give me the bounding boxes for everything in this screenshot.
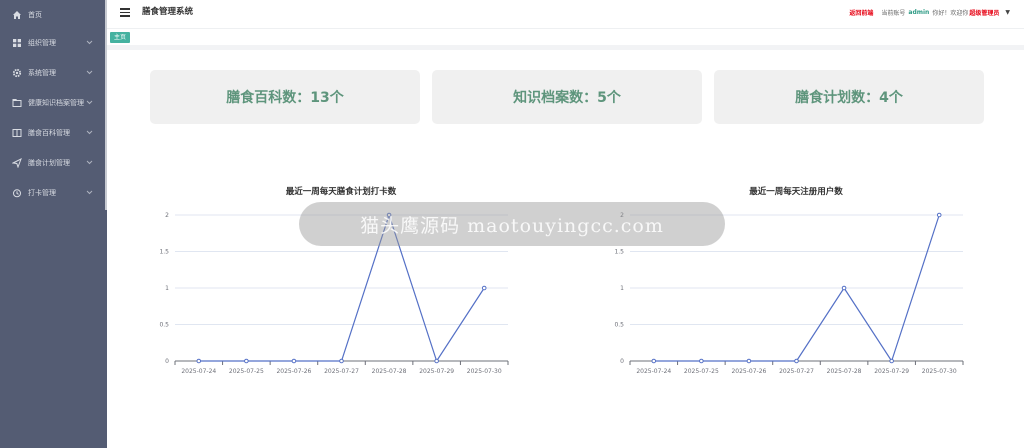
data-point (481, 285, 487, 291)
user-role-link[interactable]: 超级管理员 (969, 8, 999, 17)
stat-label: 知识档案数：5个 (513, 90, 621, 106)
x-tick-label: 2025-07-29 (874, 368, 909, 375)
sidebar-item-label: 首页 (28, 11, 42, 19)
grid-icon (12, 38, 22, 48)
y-tick-label: 0 (620, 358, 624, 365)
chevron-down-icon (86, 99, 93, 107)
stat-card-plan: 膳食计划数：4个 (714, 70, 984, 124)
chevron-down-icon (86, 129, 93, 137)
gear-icon (12, 68, 22, 78)
x-tick-label: 2025-07-28 (372, 368, 407, 375)
tabs-bar: 主页 (107, 28, 1024, 45)
y-tick-label: 2 (165, 212, 169, 219)
chart-title: 最近一周每天膳食计划打卡数 (285, 187, 397, 197)
data-point (841, 285, 847, 291)
folder-icon (12, 98, 22, 108)
x-tick-label: 2025-07-24 (636, 368, 671, 375)
sidebar-item-label: 膳食百科管理 (28, 129, 70, 137)
data-point (651, 358, 657, 364)
stat-label: 膳食百科数：13个 (226, 90, 344, 106)
sidebar-item-label: 健康知识档案管理 (28, 99, 84, 107)
y-tick-label: 0.5 (614, 322, 624, 329)
stat-card-encyclopedia: 膳食百科数：13个 (150, 70, 420, 124)
watermark-text: 猫头鹰源码 maotouyingcc.com (360, 214, 664, 237)
sidebar-item-diet-plan[interactable]: 膳食计划管理 (0, 148, 105, 178)
account-name: admin (908, 9, 930, 16)
x-tick-label: 2025-07-24 (181, 368, 216, 375)
x-tick-label: 2025-07-26 (731, 368, 766, 375)
x-tick-label: 2025-07-28 (827, 368, 862, 375)
chevron-down-icon (86, 69, 93, 77)
x-tick-label: 2025-07-25 (684, 368, 719, 375)
watermark-overlay: 猫头鹰源码 maotouyingcc.com (299, 202, 725, 246)
chevron-down-icon (86, 159, 93, 167)
header: 膳食管理系统 返回前端 当前账号 admin 你好！欢迎你 超级管理员 ▼ (107, 0, 1024, 28)
y-tick-label: 0 (165, 358, 169, 365)
data-point (936, 212, 942, 218)
sidebar-item-health-archive[interactable]: 健康知识档案管理 (0, 88, 105, 118)
data-point (196, 358, 202, 364)
clock-icon (12, 188, 22, 198)
x-tick-label: 2025-07-30 (467, 368, 502, 375)
sidebar-item-label: 组织管理 (28, 39, 56, 47)
book-icon (12, 128, 22, 138)
chevron-down-icon (86, 39, 93, 47)
greeting-text: 你好！欢迎你 (932, 10, 969, 17)
data-point (291, 358, 297, 364)
sidebar-item-home[interactable]: 首页 (0, 0, 105, 30)
data-point (889, 358, 894, 364)
x-tick-label: 2025-07-29 (419, 368, 454, 375)
stat-label: 膳食计划数：4个 (795, 90, 903, 106)
data-point (746, 358, 752, 364)
caret-down-icon[interactable]: ▼ (1005, 9, 1010, 16)
data-point (434, 358, 439, 364)
sidebar-item-label: 膳食计划管理 (28, 159, 70, 167)
y-tick-label: 1.5 (614, 249, 624, 256)
x-tick-label: 2025-07-30 (922, 368, 957, 375)
account-prefix: 当前账号 (881, 10, 906, 17)
data-point (699, 358, 704, 364)
sidebar-item-org[interactable]: 组织管理 (0, 28, 105, 58)
y-tick-label: 1.5 (159, 249, 169, 256)
sidebar-item-diet-encyclopedia[interactable]: 膳食百科管理 (0, 118, 105, 148)
send-icon (12, 158, 22, 168)
tab-home[interactable]: 主页 (110, 32, 131, 43)
sidebar-item-label: 打卡管理 (28, 189, 56, 197)
divider (107, 45, 1024, 50)
data-point (339, 358, 344, 364)
y-tick-label: 1 (620, 285, 624, 292)
sidebar: 首页 组织管理 系统管理 健康知识档案管理 膳食百科管理 膳食计划管理 打卡管理 (0, 0, 107, 448)
chevron-down-icon (86, 189, 93, 197)
chart-title: 最近一周每天注册用户数 (749, 187, 843, 197)
app-title: 膳食管理系统 (142, 7, 194, 17)
x-tick-label: 2025-07-27 (779, 368, 814, 375)
y-tick-label: 0.5 (159, 322, 169, 329)
y-tick-label: 1 (165, 285, 169, 292)
sidebar-item-system[interactable]: 系统管理 (0, 58, 105, 88)
back-to-frontend-link[interactable]: 返回前端 (849, 8, 873, 17)
data-point (244, 358, 249, 364)
sidebar-item-label: 系统管理 (28, 69, 56, 77)
stat-card-archive: 知识档案数：5个 (432, 70, 702, 124)
x-tick-label: 2025-07-25 (229, 368, 264, 375)
data-point (794, 358, 799, 364)
menu-toggle-icon[interactable] (120, 8, 130, 17)
header-user-area: 返回前端 当前账号 admin 你好！欢迎你 超级管理员 ▼ (849, 8, 1010, 17)
x-tick-label: 2025-07-26 (276, 368, 311, 375)
home-icon (12, 10, 22, 20)
sidebar-item-checkin[interactable]: 打卡管理 (0, 178, 105, 208)
x-tick-label: 2025-07-27 (324, 368, 359, 375)
